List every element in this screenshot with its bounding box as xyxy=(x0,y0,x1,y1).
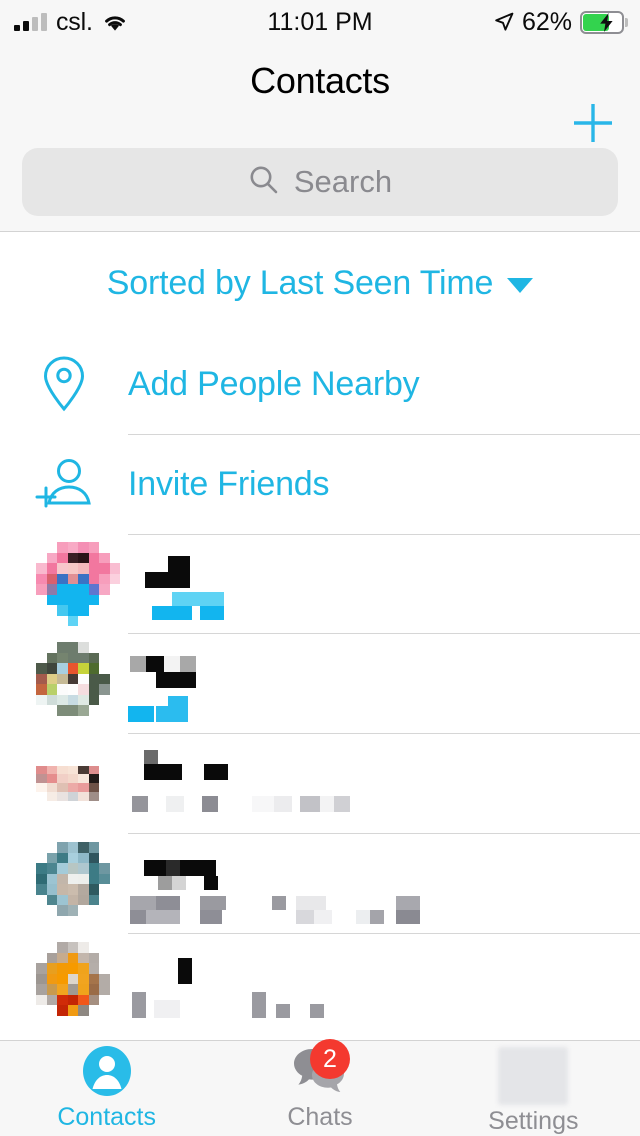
add-people-nearby-label: Add People Nearby xyxy=(128,364,420,403)
search-placeholder: Search xyxy=(293,164,393,199)
chats-unread-badge: 2 xyxy=(309,1039,350,1079)
contact-name-redacted xyxy=(144,764,182,780)
contact-status-redacted xyxy=(132,796,148,812)
contact-status-redacted xyxy=(272,896,286,910)
tab-contacts-label: Contacts xyxy=(57,1103,156,1131)
contact-name-redacted xyxy=(144,860,166,876)
sort-label: Sorted by Last Seen Time xyxy=(106,263,494,302)
contact-name-redacted xyxy=(145,572,190,588)
sort-selector[interactable]: Sorted by Last Seen Time xyxy=(0,233,640,333)
status-bar-right: 62% xyxy=(494,8,628,37)
contact-status-redacted xyxy=(300,796,320,812)
location-pin-icon xyxy=(0,354,128,414)
plus-icon[interactable] xyxy=(570,100,616,146)
tab-contacts[interactable]: Contacts xyxy=(0,1041,213,1136)
contact-status-redacted xyxy=(132,992,146,1018)
contact-status-redacted xyxy=(356,910,370,924)
contact-name-redacted xyxy=(164,656,180,672)
contact-name-redacted xyxy=(204,876,218,890)
contact-status-redacted xyxy=(320,796,334,812)
contact-status-redacted xyxy=(130,896,156,910)
contact-status-redacted xyxy=(200,910,222,924)
avatar xyxy=(36,642,120,726)
nav-header: Contacts Search xyxy=(0,44,640,232)
contact-name-redacted xyxy=(158,876,172,890)
list-item[interactable] xyxy=(0,534,640,634)
invite-friends-row[interactable]: Invite Friends xyxy=(0,434,640,534)
contact-status-redacted xyxy=(314,910,332,924)
contact-name-redacted xyxy=(166,860,180,876)
contact-status-redacted xyxy=(370,910,384,924)
avatar xyxy=(36,942,120,1026)
chat-bubbles-icon: 2 xyxy=(292,1039,350,1097)
person-circle-icon xyxy=(79,1045,135,1097)
contact-status-redacted xyxy=(146,910,180,924)
avatar xyxy=(36,842,120,926)
battery-percent: 62% xyxy=(521,7,572,36)
contacts-list[interactable] xyxy=(0,534,640,1034)
add-person-icon xyxy=(0,454,128,514)
contact-status-redacted xyxy=(296,896,326,910)
contact-name-redacted xyxy=(144,750,158,764)
contact-status-redacted xyxy=(296,910,314,924)
contact-status-redacted xyxy=(310,1004,324,1018)
contact-name-redacted xyxy=(168,556,190,572)
contact-status-redacted xyxy=(396,896,420,910)
contact-status-redacted xyxy=(154,1000,180,1018)
avatar xyxy=(36,748,120,818)
tab-settings[interactable]: Settings xyxy=(427,1041,640,1136)
contact-status-redacted xyxy=(276,1004,290,1018)
battery-charging-icon xyxy=(580,10,628,34)
avatar xyxy=(36,542,120,626)
contact-status-redacted xyxy=(168,696,188,722)
contact-status-redacted xyxy=(130,910,146,924)
search-icon xyxy=(248,164,280,201)
search-input[interactable]: Search xyxy=(22,148,618,216)
chevron-down-icon xyxy=(507,277,534,293)
location-arrow-icon xyxy=(494,12,514,32)
page-title: Contacts xyxy=(250,60,390,101)
contact-status-redacted xyxy=(200,606,224,620)
contact-name-redacted xyxy=(178,958,192,984)
list-item[interactable] xyxy=(0,834,640,934)
contact-status-redacted xyxy=(128,706,154,722)
contact-status-redacted xyxy=(156,896,180,910)
tab-chats[interactable]: 2 Chats xyxy=(213,1039,426,1136)
contact-status-redacted xyxy=(156,706,170,722)
contact-name-redacted xyxy=(192,860,216,876)
tab-chats-label: Chats xyxy=(287,1103,353,1131)
list-item[interactable] xyxy=(0,734,640,834)
contact-name-redacted xyxy=(204,764,228,780)
contact-name-redacted xyxy=(130,656,146,672)
contact-name-redacted xyxy=(146,656,164,672)
tab-settings-label: Settings xyxy=(488,1107,579,1135)
add-people-nearby-row[interactable]: Add People Nearby xyxy=(0,334,640,434)
contact-status-redacted xyxy=(396,910,420,924)
list-item[interactable] xyxy=(0,934,640,1034)
contact-name-redacted xyxy=(172,876,186,890)
invite-friends-label: Invite Friends xyxy=(128,464,330,503)
contact-status-redacted xyxy=(200,896,226,910)
tab-bar: Contacts 2 Chats Settings xyxy=(0,1039,640,1136)
contacts-screen: csl. 11:01 PM 62% Contacts Search Sorted… xyxy=(0,0,640,1136)
contact-status-redacted xyxy=(152,606,192,620)
contact-status-redacted xyxy=(172,592,224,606)
contact-status-redacted xyxy=(202,796,218,812)
contact-status-redacted xyxy=(274,796,292,812)
contact-status-redacted xyxy=(166,796,184,812)
list-item[interactable] xyxy=(0,634,640,734)
status-bar: csl. 11:01 PM 62% xyxy=(0,0,640,44)
gear-icon xyxy=(498,1047,569,1105)
contact-status-redacted xyxy=(252,796,274,812)
contact-status-redacted xyxy=(252,992,266,1018)
contact-status-redacted xyxy=(334,796,350,812)
contact-name-redacted xyxy=(180,656,196,672)
contact-name-redacted xyxy=(156,672,196,688)
